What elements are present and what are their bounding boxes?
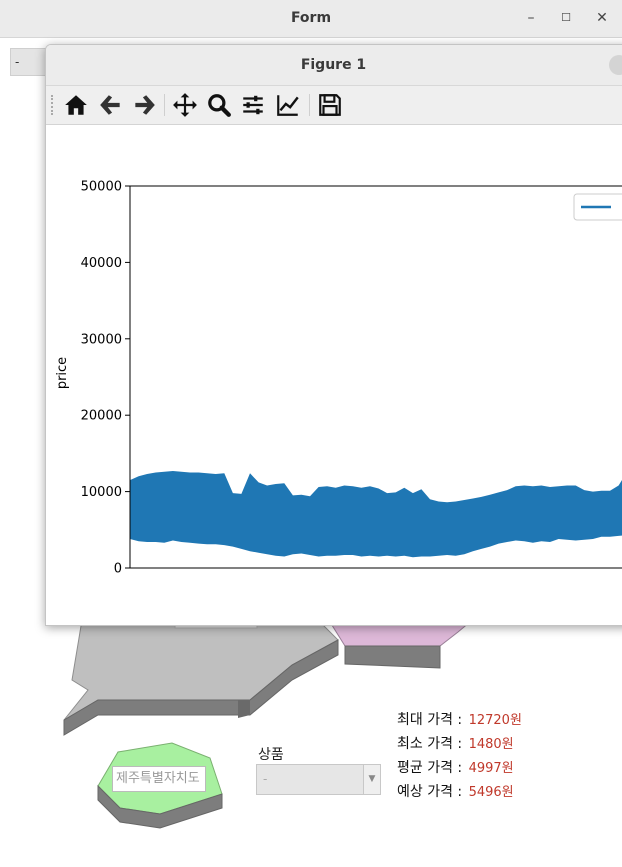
stat-avg-label: 평균 가격 : [397, 760, 463, 776]
map-region-gray[interactable] [63, 619, 339, 736]
legend [573, 193, 622, 221]
stat-pred-label: 예상 가격 : [397, 784, 463, 800]
stat-max-label: 최대 가격 : [397, 712, 463, 728]
stat-max: 최대 가격 : 12720원 [397, 709, 522, 733]
configure-subplots-icon[interactable] [240, 92, 266, 118]
y-tick-label: 30000 [81, 332, 122, 347]
pan-icon[interactable] [172, 92, 198, 118]
stat-min-label: 최소 가격 : [397, 736, 463, 752]
price-stats: 최대 가격 : 12720원 최소 가격 : 1480원 평균 가격 : 499… [397, 709, 522, 805]
product-combo[interactable]: - ▼ [256, 764, 381, 795]
forward-icon[interactable] [131, 92, 157, 118]
y-tick-label: 50000 [81, 180, 122, 195]
stat-avg-value: 4997원 [468, 761, 514, 776]
y-tick-label: 20000 [81, 409, 122, 424]
home-icon[interactable] [63, 92, 89, 118]
stat-avg: 평균 가격 : 4997원 [397, 757, 522, 781]
y-tick-label: 0 [114, 562, 122, 577]
figure-close-button[interactable] [609, 55, 622, 75]
stat-min: 최소 가격 : 1480원 [397, 733, 522, 757]
price-range-area [130, 471, 622, 558]
map-region-pink[interactable] [329, 621, 472, 669]
toolbar-grip [51, 95, 56, 115]
zoom-icon[interactable] [206, 92, 232, 118]
price-chart: 0 10000 20000 30000 40000 50000 price [55, 180, 622, 577]
jeju-label[interactable]: 제주특별자치도 [112, 766, 206, 792]
y-ticks: 0 10000 20000 30000 40000 50000 [81, 180, 130, 577]
toolbar-separator [164, 94, 165, 116]
edit-axis-icon[interactable] [275, 92, 301, 118]
product-label: 상품 [258, 747, 284, 763]
product-combo-value: - [263, 772, 268, 786]
y-tick-label: 10000 [81, 485, 122, 500]
figure-toolbar [46, 86, 622, 125]
y-axis-label: price [55, 357, 70, 389]
stat-min-value: 1480원 [468, 737, 514, 752]
save-icon[interactable] [317, 92, 343, 118]
back-icon[interactable] [98, 92, 124, 118]
stat-pred: 예상 가격 : 5496원 [397, 781, 522, 805]
figure-window: Figure 1 0 10000 20000 30000 40000 50000… [45, 44, 622, 626]
chevron-down-icon[interactable]: ▼ [363, 765, 380, 794]
stat-pred-value: 5496원 [468, 785, 514, 800]
y-tick-label: 40000 [81, 256, 122, 271]
toolbar-separator [309, 94, 310, 116]
figure-title: Figure 1 [300, 57, 367, 73]
stat-max-value: 12720원 [468, 713, 522, 728]
figure-titlebar: Figure 1 [46, 45, 622, 86]
